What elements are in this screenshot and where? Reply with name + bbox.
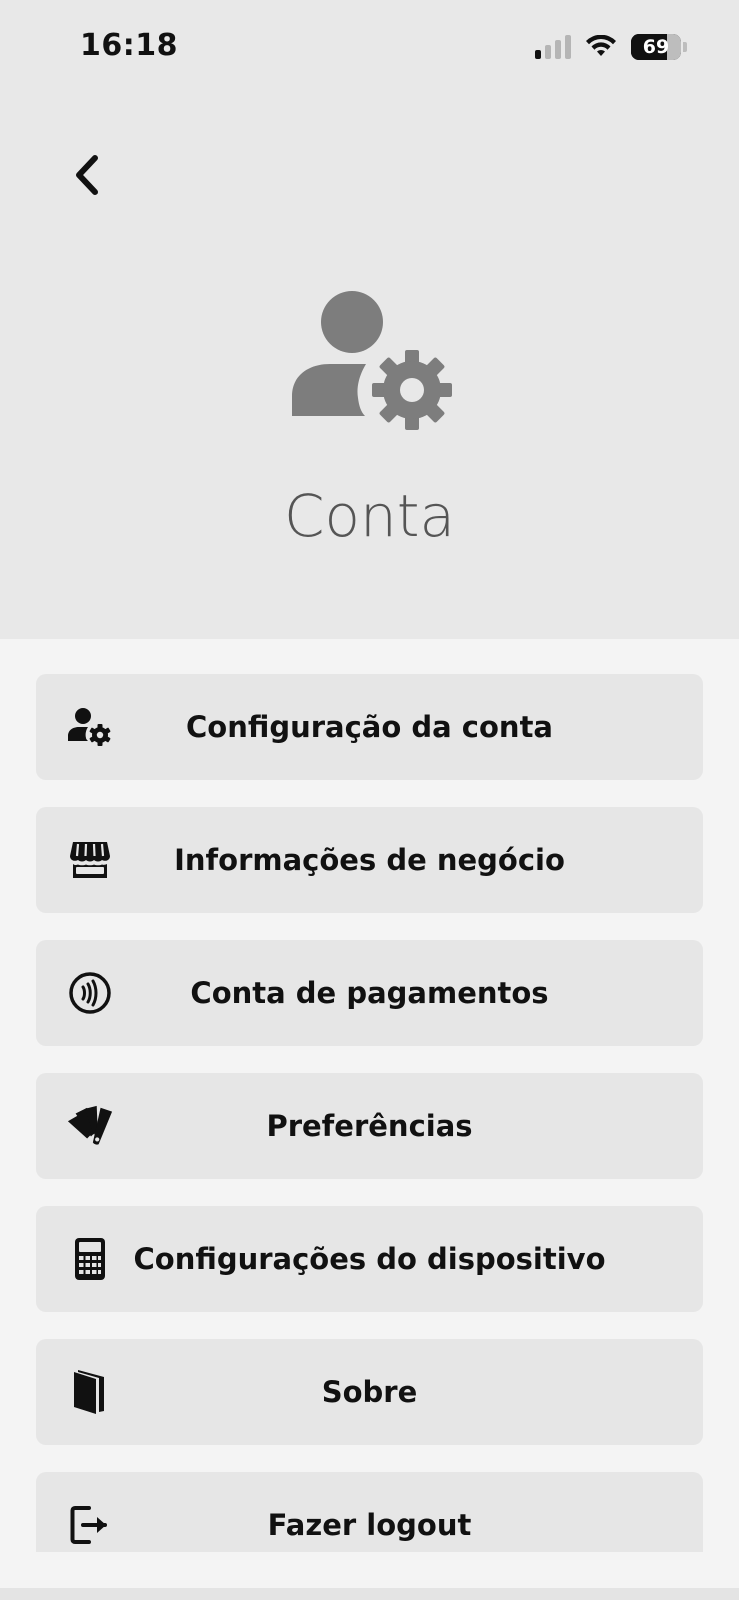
menu-item-device-settings[interactable]: Configurações do dispositivo — [36, 1206, 703, 1312]
back-button[interactable] — [62, 150, 110, 200]
book-icon — [66, 1368, 114, 1416]
storefront-icon — [66, 836, 114, 884]
menu-item-account-settings[interactable]: Configuração da conta — [36, 674, 703, 780]
status-time: 16:18 — [80, 28, 178, 63]
menu-item-preferences[interactable]: Preferências — [36, 1073, 703, 1179]
chevron-left-icon — [76, 155, 98, 195]
account-menu: Configuração da conta Informações de neg… — [36, 674, 703, 1552]
wifi-icon — [586, 35, 616, 56]
battery-percentage: 69 — [642, 36, 670, 58]
bottom-bar — [0, 1588, 739, 1600]
menu-item-label: Informações de negócio — [174, 843, 565, 877]
menu-item-label: Fazer logout — [267, 1508, 472, 1542]
signal-icon — [535, 35, 571, 59]
calculator-icon — [66, 1235, 114, 1283]
contactless-icon — [66, 969, 114, 1017]
menu-item-label: Sobre — [321, 1375, 418, 1409]
menu-item-business-info[interactable]: Informações de negócio — [36, 807, 703, 913]
menu-item-logout[interactable]: Fazer logout — [36, 1472, 703, 1552]
menu-item-label: Preferências — [266, 1109, 473, 1143]
swatch-icon — [66, 1102, 114, 1150]
battery-icon: 69 — [631, 34, 681, 60]
logout-icon — [66, 1501, 114, 1549]
menu-item-payments-account[interactable]: Conta de pagamentos — [36, 940, 703, 1046]
menu-item-label: Configuração da conta — [185, 710, 554, 744]
user-gear-icon — [66, 703, 114, 751]
menu-item-label: Conta de pagamentos — [190, 976, 549, 1010]
header: 16:18 69 Conta — [0, 0, 739, 639]
menu-item-label: Configurações do dispositivo — [133, 1242, 606, 1276]
user-gear-icon — [292, 291, 452, 430]
status-icons: 69 — [535, 34, 687, 60]
menu-item-about[interactable]: Sobre — [36, 1339, 703, 1445]
page-title: Conta — [283, 482, 456, 550]
